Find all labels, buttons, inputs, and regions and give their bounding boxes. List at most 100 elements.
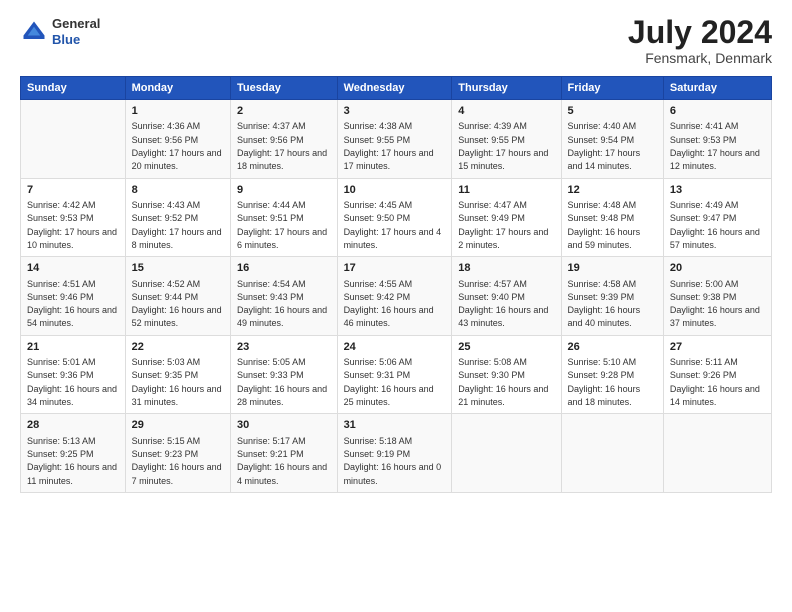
daylight-text: Daylight: 16 hours and 11 minutes. — [27, 462, 117, 485]
day-cell: 31 Sunrise: 5:18 AM Sunset: 9:19 PM Dayl… — [337, 414, 452, 493]
sunrise-text: Sunrise: 5:18 AM — [344, 436, 413, 446]
sunset-text: Sunset: 9:33 PM — [237, 370, 304, 380]
date-number: 2 — [237, 104, 331, 119]
sunrise-text: Sunrise: 4:36 AM — [132, 121, 201, 131]
sunset-text: Sunset: 9:49 PM — [458, 213, 525, 223]
sunrise-text: Sunrise: 5:11 AM — [670, 357, 738, 367]
day-cell: 30 Sunrise: 5:17 AM Sunset: 9:21 PM Dayl… — [231, 414, 338, 493]
day-cell: 8 Sunrise: 4:43 AM Sunset: 9:52 PM Dayli… — [125, 178, 230, 257]
day-cell: 24 Sunrise: 5:06 AM Sunset: 9:31 PM Dayl… — [337, 335, 452, 414]
date-number: 5 — [568, 104, 657, 119]
sunrise-text: Sunrise: 5:10 AM — [568, 357, 637, 367]
day-cell: 20 Sunrise: 5:00 AM Sunset: 9:38 PM Dayl… — [663, 257, 771, 336]
sunrise-text: Sunrise: 4:38 AM — [344, 121, 413, 131]
logo-general: General — [52, 16, 100, 31]
sunrise-text: Sunrise: 4:42 AM — [27, 200, 96, 210]
sunset-text: Sunset: 9:44 PM — [132, 292, 199, 302]
week-row-0: 1 Sunrise: 4:36 AM Sunset: 9:56 PM Dayli… — [21, 100, 772, 179]
sunset-text: Sunset: 9:35 PM — [132, 370, 199, 380]
sunrise-text: Sunrise: 4:37 AM — [237, 121, 306, 131]
page: General Blue July 2024 Fensmark, Denmark… — [0, 0, 792, 612]
day-cell — [21, 100, 126, 179]
daylight-text: Daylight: 16 hours and 46 minutes. — [344, 305, 434, 328]
day-cell: 21 Sunrise: 5:01 AM Sunset: 9:36 PM Dayl… — [21, 335, 126, 414]
sunrise-text: Sunrise: 5:01 AM — [27, 357, 96, 367]
col-thursday: Thursday — [452, 77, 561, 100]
date-number: 26 — [568, 340, 657, 355]
sunrise-text: Sunrise: 4:55 AM — [344, 279, 413, 289]
daylight-text: Daylight: 17 hours and 8 minutes. — [132, 227, 222, 250]
sunset-text: Sunset: 9:56 PM — [132, 135, 199, 145]
col-saturday: Saturday — [663, 77, 771, 100]
date-number: 24 — [344, 340, 446, 355]
date-number: 12 — [568, 183, 657, 198]
daylight-text: Daylight: 17 hours and 20 minutes. — [132, 148, 222, 171]
daylight-text: Daylight: 16 hours and 25 minutes. — [344, 384, 434, 407]
date-number: 10 — [344, 183, 446, 198]
daylight-text: Daylight: 16 hours and 37 minutes. — [670, 305, 760, 328]
date-number: 9 — [237, 183, 331, 198]
sunrise-text: Sunrise: 4:39 AM — [458, 121, 527, 131]
day-cell: 4 Sunrise: 4:39 AM Sunset: 9:55 PM Dayli… — [452, 100, 561, 179]
sunrise-text: Sunrise: 4:47 AM — [458, 200, 527, 210]
sunset-text: Sunset: 9:25 PM — [27, 449, 94, 459]
sunset-text: Sunset: 9:31 PM — [344, 370, 411, 380]
sunrise-text: Sunrise: 5:00 AM — [670, 279, 739, 289]
col-sunday: Sunday — [21, 77, 126, 100]
sunset-text: Sunset: 9:36 PM — [27, 370, 94, 380]
day-cell: 28 Sunrise: 5:13 AM Sunset: 9:25 PM Dayl… — [21, 414, 126, 493]
daylight-text: Daylight: 16 hours and 7 minutes. — [132, 462, 222, 485]
date-number: 8 — [132, 183, 224, 198]
day-cell: 5 Sunrise: 4:40 AM Sunset: 9:54 PM Dayli… — [561, 100, 663, 179]
date-number: 7 — [27, 183, 119, 198]
sunrise-text: Sunrise: 4:51 AM — [27, 279, 96, 289]
sunset-text: Sunset: 9:39 PM — [568, 292, 635, 302]
day-cell: 14 Sunrise: 4:51 AM Sunset: 9:46 PM Dayl… — [21, 257, 126, 336]
day-cell: 3 Sunrise: 4:38 AM Sunset: 9:55 PM Dayli… — [337, 100, 452, 179]
date-number: 15 — [132, 261, 224, 276]
date-number: 19 — [568, 261, 657, 276]
daylight-text: Daylight: 16 hours and 43 minutes. — [458, 305, 548, 328]
date-number: 29 — [132, 418, 224, 433]
day-cell: 26 Sunrise: 5:10 AM Sunset: 9:28 PM Dayl… — [561, 335, 663, 414]
sunset-text: Sunset: 9:30 PM — [458, 370, 525, 380]
daylight-text: Daylight: 16 hours and 31 minutes. — [132, 384, 222, 407]
daylight-text: Daylight: 16 hours and 57 minutes. — [670, 227, 760, 250]
day-cell — [663, 414, 771, 493]
sunset-text: Sunset: 9:38 PM — [670, 292, 737, 302]
day-cell: 19 Sunrise: 4:58 AM Sunset: 9:39 PM Dayl… — [561, 257, 663, 336]
sunrise-text: Sunrise: 4:57 AM — [458, 279, 527, 289]
col-friday: Friday — [561, 77, 663, 100]
logo: General Blue — [20, 16, 100, 47]
date-number: 31 — [344, 418, 446, 433]
sunset-text: Sunset: 9:46 PM — [27, 292, 94, 302]
logo-blue: Blue — [52, 32, 80, 47]
daylight-text: Daylight: 17 hours and 6 minutes. — [237, 227, 327, 250]
sunset-text: Sunset: 9:48 PM — [568, 213, 635, 223]
sunrise-text: Sunrise: 5:13 AM — [27, 436, 96, 446]
daylight-text: Daylight: 17 hours and 12 minutes. — [670, 148, 760, 171]
sunrise-text: Sunrise: 5:15 AM — [132, 436, 201, 446]
calendar-table: Sunday Monday Tuesday Wednesday Thursday… — [20, 76, 772, 493]
sunrise-text: Sunrise: 4:40 AM — [568, 121, 637, 131]
sunset-text: Sunset: 9:52 PM — [132, 213, 199, 223]
daylight-text: Daylight: 16 hours and 21 minutes. — [458, 384, 548, 407]
week-row-4: 28 Sunrise: 5:13 AM Sunset: 9:25 PM Dayl… — [21, 414, 772, 493]
daylight-text: Daylight: 16 hours and 34 minutes. — [27, 384, 117, 407]
day-cell: 18 Sunrise: 4:57 AM Sunset: 9:40 PM Dayl… — [452, 257, 561, 336]
date-number: 30 — [237, 418, 331, 433]
daylight-text: Daylight: 16 hours and 4 minutes. — [237, 462, 327, 485]
sunset-text: Sunset: 9:23 PM — [132, 449, 199, 459]
sunset-text: Sunset: 9:53 PM — [670, 135, 737, 145]
col-wednesday: Wednesday — [337, 77, 452, 100]
date-number: 13 — [670, 183, 765, 198]
sunset-text: Sunset: 9:47 PM — [670, 213, 737, 223]
day-cell: 13 Sunrise: 4:49 AM Sunset: 9:47 PM Dayl… — [663, 178, 771, 257]
title-block: July 2024 Fensmark, Denmark — [628, 16, 772, 66]
daylight-text: Daylight: 17 hours and 2 minutes. — [458, 227, 548, 250]
date-number: 20 — [670, 261, 765, 276]
date-number: 27 — [670, 340, 765, 355]
sunset-text: Sunset: 9:43 PM — [237, 292, 304, 302]
sunset-text: Sunset: 9:21 PM — [237, 449, 304, 459]
header: General Blue July 2024 Fensmark, Denmark — [20, 16, 772, 66]
